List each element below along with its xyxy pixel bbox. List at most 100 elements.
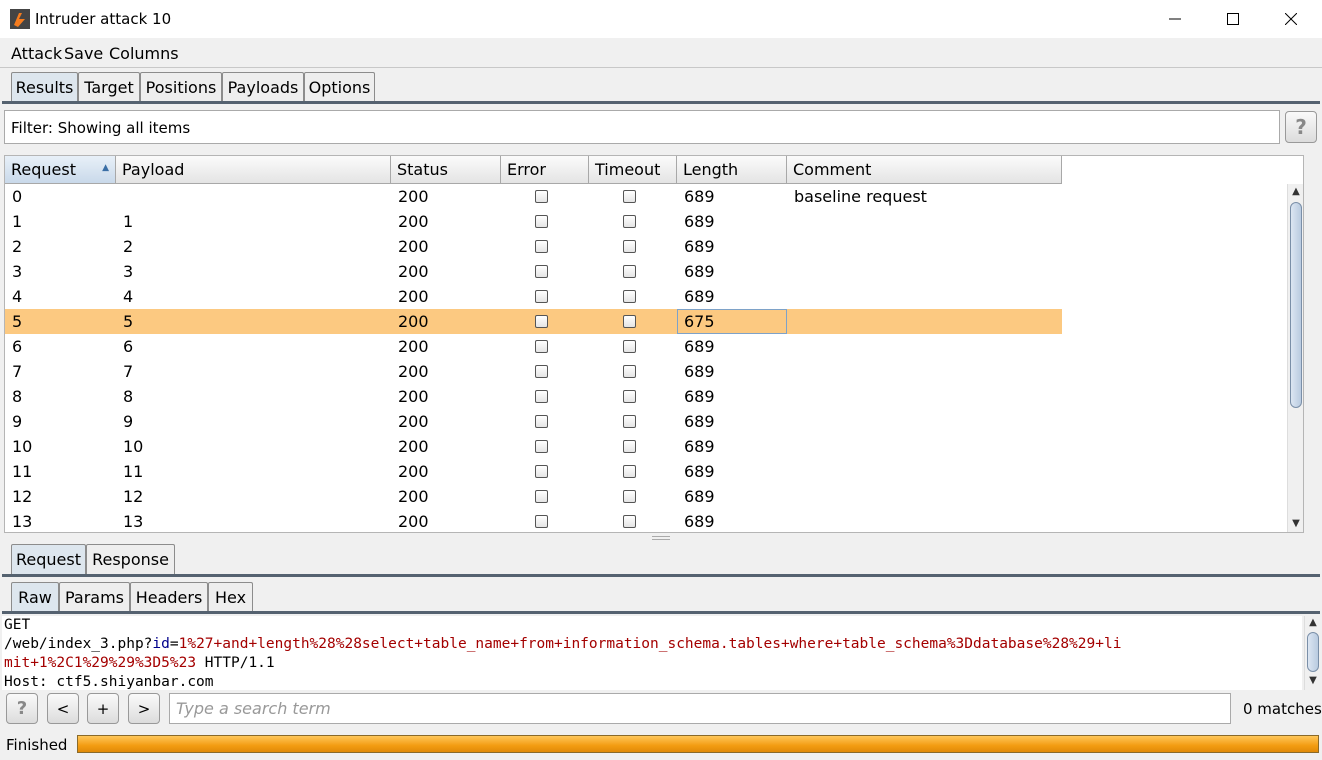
raw-param-equals: = [169,636,179,652]
cell-status: 200 [398,462,429,481]
cell-status: 200 [398,262,429,281]
cell-request: 10 [12,437,33,456]
tab-request[interactable]: Request [11,544,86,574]
column-header-payload[interactable]: Payload [116,156,391,184]
menu-columns[interactable]: Columns [109,44,179,63]
burp-app-icon [10,9,30,29]
cell-request: 4 [12,287,23,306]
table-row[interactable]: 6 6 200 689 [5,334,1062,359]
cell-payload: 11 [123,462,144,481]
scroll-thumb[interactable] [1290,202,1302,408]
raw-scroll-thumb[interactable] [1307,632,1319,672]
table-row[interactable]: 3 3 200 689 [5,259,1062,284]
error-checkbox [535,315,548,328]
cell-comment [787,484,801,509]
table-row[interactable]: 0 200 689 baseline request [5,184,1062,209]
scroll-up-arrow[interactable]: ▲ [1288,186,1303,200]
cell-request: 12 [12,487,33,506]
cell-payload: 1 [123,212,134,231]
tab-results[interactable]: Results [11,72,78,102]
cell-status: 200 [398,512,429,531]
tab-response[interactable]: Response [86,544,175,574]
search-prev-button[interactable]: < [47,693,79,724]
tab-positions[interactable]: Positions [140,72,222,102]
cell-status: 200 [398,237,429,256]
cell-payload: 7 [123,362,134,381]
column-header-request[interactable]: Request ▲ [5,156,116,184]
column-header-timeout[interactable]: Timeout [589,156,677,184]
tab-raw[interactable]: Raw [11,582,59,612]
cell-comment [787,209,801,234]
table-row[interactable]: 8 8 200 689 [5,384,1062,409]
sort-ascending-icon: ▲ [102,163,109,173]
search-add-button[interactable]: + [87,693,119,724]
tab-params[interactable]: Params [59,582,130,612]
search-help-button[interactable]: ? [6,693,38,724]
menu-save[interactable]: Save [64,44,103,63]
filter-text: Filter: Showing all items [11,119,191,137]
table-row[interactable]: 11 11 200 689 [5,459,1062,484]
column-header-status[interactable]: Status [391,156,501,184]
cell-length: 689 [684,337,715,356]
error-checkbox [535,390,548,403]
raw-scroll-up-arrow[interactable]: ▲ [1305,617,1321,631]
tab-target[interactable]: Target [78,72,140,102]
tab-payloads[interactable]: Payloads [222,72,304,102]
column-header-error[interactable]: Error [501,156,589,184]
tab-options[interactable]: Options [304,72,375,102]
cell-request: 3 [12,262,23,281]
error-checkbox [535,265,548,278]
column-header-comment[interactable]: Comment [787,156,1062,184]
cell-length: 689 [684,362,715,381]
table-scrollbar[interactable]: ▲ ▼ [1287,184,1303,532]
error-checkbox [535,340,548,353]
maximize-button[interactable] [1204,0,1262,38]
table-row[interactable]: 5 5 200 675 [5,309,1062,334]
cell-length: 689 [684,412,715,431]
close-button[interactable] [1262,0,1320,38]
table-row[interactable]: 12 12 200 689 [5,484,1062,509]
error-checkbox [535,190,548,203]
raw-url-path: /web/index_3.php? [4,636,153,652]
table-row[interactable]: 7 7 200 689 [5,359,1062,384]
filter-bar[interactable]: Filter: Showing all items [4,110,1280,144]
cell-length: 689 [684,437,715,456]
cell-comment [787,234,801,259]
cell-request: 9 [12,412,23,431]
search-input[interactable] [169,693,1231,724]
search-next-button[interactable]: > [128,693,160,724]
raw-http-version: HTTP/1.1 [196,655,275,671]
tab-hex[interactable]: Hex [208,582,253,612]
raw-scroll-down-arrow[interactable]: ▼ [1305,675,1321,689]
cell-length: 689 [684,487,715,506]
menu-attack[interactable]: Attack [11,44,62,63]
cell-status: 200 [398,362,429,381]
timeout-checkbox [623,415,636,428]
cell-length: 689 [684,187,715,206]
minimize-button[interactable] [1146,0,1204,38]
cell-length: 689 [684,212,715,231]
table-row[interactable]: 10 10 200 689 [5,434,1062,459]
table-row[interactable]: 2 2 200 689 [5,234,1062,259]
table-row[interactable]: 13 13 200 689 [5,509,1062,532]
timeout-checkbox [623,265,636,278]
table-row[interactable]: 4 4 200 689 [5,284,1062,309]
cell-status: 200 [398,487,429,506]
column-header-length[interactable]: Length [677,156,787,184]
timeout-checkbox [623,340,636,353]
table-row[interactable]: 9 9 200 689 [5,409,1062,434]
cell-comment [787,259,801,284]
tab-headers[interactable]: Headers [130,582,208,612]
cell-payload: 3 [123,262,134,281]
cell-request: 6 [12,337,23,356]
scroll-down-arrow[interactable]: ▼ [1288,518,1303,532]
filter-help-button[interactable]: ? [1285,111,1317,143]
timeout-checkbox [623,465,636,478]
raw-scrollbar[interactable]: ▲ ▼ [1304,616,1320,690]
cell-request: 2 [12,237,23,256]
raw-request-editor[interactable]: GET/web/index_3.php?id=1%27+and+length%2… [2,616,1302,690]
cell-status: 200 [398,312,429,331]
cell-request: 1 [12,212,23,231]
splitter-handle[interactable] [652,536,670,540]
table-row[interactable]: 1 1 200 689 [5,209,1062,234]
